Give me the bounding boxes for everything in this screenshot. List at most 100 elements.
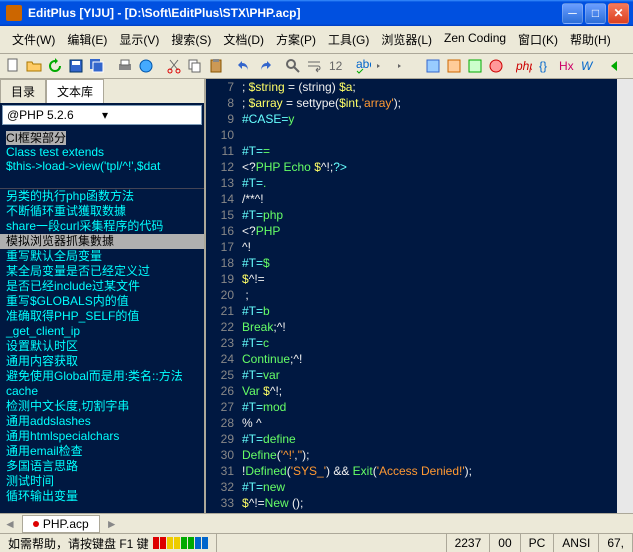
list-item[interactable]: 重写$GLOBALS内的值	[0, 294, 204, 309]
svg-text:{}: {}	[539, 59, 547, 73]
list-item[interactable]: share一段curl采集程序的代码	[0, 219, 204, 234]
spell-icon[interactable]: abc	[354, 56, 372, 76]
line-number: 14	[206, 191, 242, 207]
new-file-icon[interactable]	[4, 56, 22, 76]
word-icon[interactable]: W	[578, 56, 596, 76]
list-item[interactable]: 模拟浏览器抓集數據	[0, 234, 204, 249]
list-item[interactable]: 设置默认时区	[0, 339, 204, 354]
menu-help[interactable]: 帮助(H)	[564, 29, 617, 50]
cliptext-select-value: @PHP 5.2.6	[7, 108, 102, 122]
brackets-icon[interactable]: {}	[536, 56, 554, 76]
find-icon[interactable]	[284, 56, 302, 76]
menu-tools[interactable]: 工具(G)	[322, 29, 375, 50]
line-number: 8	[206, 95, 242, 111]
line-number: 13	[206, 175, 242, 191]
menu-zen[interactable]: Zen Coding	[438, 29, 512, 50]
list-item[interactable]: 不断循环重试獲取数據	[0, 204, 204, 219]
list-item[interactable]: 检测中文长度,切割字串	[0, 399, 204, 414]
line-number-icon[interactable]: 123	[326, 56, 344, 76]
menu-edit[interactable]: 编辑(E)	[61, 29, 113, 50]
tab-directory[interactable]: 目录	[0, 79, 46, 103]
outdent-icon[interactable]	[375, 56, 393, 76]
title-bar: EditPlus [YIJU] - [D:\Soft\EditPlus\STX\…	[0, 0, 633, 26]
status-col: 00	[490, 534, 520, 552]
line-number: 27	[206, 399, 242, 415]
list-item[interactable]: _get_client_ip	[0, 324, 204, 339]
tab-scroll-right-icon[interactable]: ►	[106, 517, 118, 531]
indent-icon[interactable]	[396, 56, 414, 76]
list-item[interactable]: 准确取得PHP_SELF的值	[0, 309, 204, 324]
save-all-icon[interactable]	[88, 56, 106, 76]
redo-icon[interactable]	[256, 56, 274, 76]
line-number: 23	[206, 335, 242, 351]
code-editor[interactable]: 7; $string = (string) $a;8; $array = set…	[206, 79, 633, 513]
menu-document[interactable]: 文档(D)	[217, 29, 270, 50]
menu-window[interactable]: 窗口(K)	[512, 29, 564, 50]
list-item[interactable]: 重写默认全局变量	[0, 249, 204, 264]
close-button[interactable]: ✕	[608, 3, 629, 24]
svg-text:Hx: Hx	[559, 59, 574, 73]
line-number: 7	[206, 79, 242, 95]
wrap-icon[interactable]	[305, 56, 323, 76]
menu-view[interactable]: 显示(V)	[113, 29, 165, 50]
menu-project[interactable]: 方案(P)	[270, 29, 322, 50]
tool3-icon[interactable]	[466, 56, 484, 76]
list-item[interactable]: 通用addslashes	[0, 414, 204, 429]
line-number: 16	[206, 223, 242, 239]
line-number: 24	[206, 351, 242, 367]
tab-scroll-left-icon[interactable]: ◄	[4, 517, 16, 531]
svg-text:php: php	[516, 59, 532, 73]
refresh-icon[interactable]	[46, 56, 64, 76]
list-item[interactable]: 通用htmlspecialchars	[0, 429, 204, 444]
line-number: 10	[206, 127, 242, 143]
line-number: 29	[206, 431, 242, 447]
undo-icon[interactable]	[235, 56, 253, 76]
list-item[interactable]: 循环输出变量	[0, 489, 204, 504]
line-number: 33	[206, 495, 242, 511]
list-item[interactable]: 多国语言思路	[0, 459, 204, 474]
svg-text:123: 123	[329, 59, 343, 73]
tab-cliptext[interactable]: 文本库	[46, 79, 104, 103]
cut-icon[interactable]	[165, 56, 183, 76]
list-item[interactable]: 是否已经include过某文件	[0, 279, 204, 294]
maximize-button[interactable]: □	[585, 3, 606, 24]
document-tab[interactable]: PHP.acp	[22, 515, 100, 533]
line-number: 17	[206, 239, 242, 255]
minimize-button[interactable]: ─	[562, 3, 583, 24]
list-item[interactable]: cache	[0, 384, 204, 399]
chevron-down-icon: ▾	[102, 108, 197, 122]
list-item[interactable]: 某全局变量是否已经定义过	[0, 264, 204, 279]
menu-browser[interactable]: 浏览器(L)	[375, 29, 438, 50]
status-encoding: ANSI	[554, 534, 599, 552]
cliptext-select[interactable]: @PHP 5.2.6 ▾	[2, 105, 202, 125]
line-number: 21	[206, 303, 242, 319]
line-number: 20	[206, 287, 242, 303]
tool2-icon[interactable]	[445, 56, 463, 76]
list-item[interactable]: 另类的执行php函数方法	[0, 189, 204, 204]
forward-icon[interactable]	[627, 56, 633, 76]
line-number: 22	[206, 319, 242, 335]
php-icon[interactable]: php	[515, 56, 533, 76]
document-tabs: ◄ PHP.acp ►	[0, 513, 633, 533]
copy-icon[interactable]	[186, 56, 204, 76]
back-icon[interactable]	[606, 56, 624, 76]
snippet-list[interactable]: 另类的执行php函数方法不断循环重试獲取数據share一段curl采集程序的代码…	[0, 189, 204, 513]
list-item[interactable]: 避免使用Global而是用:类名::方法	[0, 369, 204, 384]
tool1-icon[interactable]	[424, 56, 442, 76]
print-icon[interactable]	[116, 56, 134, 76]
list-item[interactable]: 通用内容获取	[0, 354, 204, 369]
paste-icon[interactable]	[207, 56, 225, 76]
list-item[interactable]: 测试时间	[0, 474, 204, 489]
document-tab-label: PHP.acp	[43, 517, 89, 531]
save-icon[interactable]	[67, 56, 85, 76]
open-icon[interactable]	[25, 56, 43, 76]
browser-icon[interactable]	[137, 56, 155, 76]
menu-search[interactable]: 搜索(S)	[165, 29, 217, 50]
tool4-icon[interactable]	[487, 56, 505, 76]
hex-icon[interactable]: Hx	[557, 56, 575, 76]
line-number: 11	[206, 143, 242, 159]
line-number: 26	[206, 383, 242, 399]
menu-file[interactable]: 文件(W)	[6, 29, 61, 50]
vertical-scrollbar[interactable]	[617, 79, 633, 513]
list-item[interactable]: 通用email检查	[0, 444, 204, 459]
